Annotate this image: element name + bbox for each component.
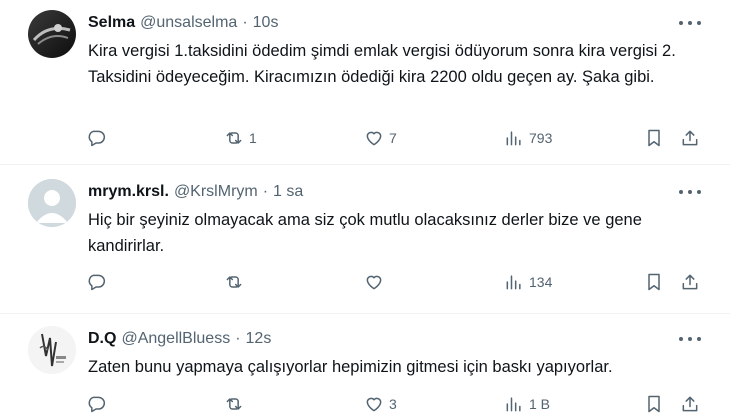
views-count: 134 [529,274,553,290]
share-button[interactable] [680,128,700,148]
bookmark-icon [648,395,660,413]
bookmark-button[interactable] [644,272,664,292]
views-icon [506,397,521,412]
separator-dot: · [242,14,248,31]
reply-icon [88,396,106,413]
tweet-text: Zaten bunu yapmaya çalışıyorlar hepimizi… [88,358,613,376]
like-icon [366,275,382,290]
tweet-header: Selma @unsalselma · 10s [88,14,278,32]
like-icon [366,131,382,146]
like-icon [366,397,382,412]
user-handle[interactable]: @KrslMrym [174,183,258,201]
more-icon[interactable] [679,186,701,198]
tweet-text: Hiç bir şeyiniz olmayacak ama siz çok mu… [88,211,642,255]
timestamp[interactable]: 12s [246,330,272,348]
share-icon [682,130,698,146]
bookmark-button[interactable] [644,394,664,414]
like-count: 7 [389,130,397,146]
action-bar: 3 1 B [0,394,730,418]
tweet[interactable]: D.Q @AngellBluess · 12s Zaten bunu yapma… [0,314,730,420]
share-button[interactable] [680,394,700,414]
bookmark-icon [648,273,660,291]
views-count: 793 [529,130,553,146]
display-name[interactable]: D.Q [88,330,116,348]
display-name[interactable]: mrym.krsl. [88,183,169,201]
share-icon [682,396,698,412]
retweet-icon [226,276,242,288]
tweet[interactable]: mrym.krsl. @KrslMrym · 1 sa Hiç bir şeyi… [0,165,730,313]
avatar[interactable] [28,10,76,58]
tweet[interactable]: Selma @unsalselma · 10s Kira vergisi 1.t… [0,0,730,164]
more-icon[interactable] [679,17,701,29]
reply-button[interactable] [86,272,111,292]
share-icon [682,274,698,290]
tweet-text: Kira vergisi 1.taksidini ödedim şimdi em… [88,42,676,86]
avatar[interactable] [28,179,76,227]
bookmark-button[interactable] [644,128,664,148]
retweet-icon [226,398,242,410]
tweet-header: D.Q @AngellBluess · 12s [88,330,271,348]
timestamp[interactable]: 1 sa [273,183,303,201]
timestamp[interactable]: 10s [253,14,279,32]
retweet-button[interactable]: 1 [224,128,257,148]
more-icon[interactable] [679,333,701,345]
like-button[interactable] [364,272,389,292]
avatar[interactable] [28,326,76,374]
views-icon [506,131,521,146]
action-bar: 1 7 793 [0,128,730,152]
views-button[interactable]: 134 [504,272,552,292]
views-button[interactable]: 793 [504,128,552,148]
reply-icon [88,130,106,147]
user-handle[interactable]: @AngellBluess [121,330,230,348]
share-button[interactable] [680,272,700,292]
action-bar: 134 [0,272,730,296]
retweet-icon [226,132,242,144]
views-icon [506,275,521,290]
retweet-button[interactable] [224,394,249,414]
views-button[interactable]: 1 B [504,394,550,414]
separator-dot: · [262,183,269,200]
reply-button[interactable] [86,128,111,148]
tweet-header: mrym.krsl. @KrslMrym · 1 sa [88,183,303,201]
like-button[interactable]: 3 [364,394,397,414]
retweet-count: 1 [249,130,257,146]
separator-dot: · [235,330,241,347]
reply-icon [88,274,106,291]
views-count: 1 B [529,396,551,412]
reply-button[interactable] [86,394,111,414]
user-handle[interactable]: @unsalselma [140,14,237,32]
display-name[interactable]: Selma [88,14,135,32]
like-button[interactable]: 7 [364,128,397,148]
bookmark-icon [648,129,660,147]
retweet-button[interactable] [224,272,249,292]
like-count: 3 [389,396,397,412]
